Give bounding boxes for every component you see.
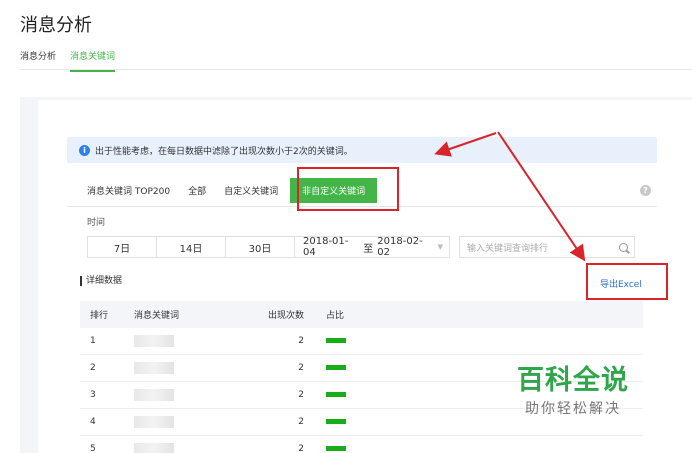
notice-bar: i 出于性能考虑，在每日数据中滤除了出现次数小于2次的关键词。 bbox=[67, 137, 657, 163]
page-title: 消息分析 bbox=[20, 15, 92, 36]
range-7d-button[interactable]: 7日 bbox=[87, 236, 157, 258]
detail-section-title: 详细数据 bbox=[80, 276, 122, 286]
annotation-box-export bbox=[586, 263, 668, 300]
time-range-selector: 7日 14日 30日 2018-01-04 至 2018-02-02 ▼ bbox=[87, 236, 450, 258]
date-separator: 至 bbox=[363, 243, 374, 255]
cell-count: 2 bbox=[298, 417, 304, 427]
tab-keywords-top200[interactable]: 消息关键词 TOP200 bbox=[87, 184, 180, 197]
cell-count: 2 bbox=[298, 444, 304, 453]
cell-rank: 4 bbox=[90, 417, 96, 427]
time-label: 时间 bbox=[87, 218, 106, 228]
search-placeholder: 输入关键词查询排行 bbox=[467, 243, 549, 254]
info-icon: i bbox=[79, 144, 90, 156]
notice-text: 出于性能考虑，在每日数据中滤除了出现次数小于2次的关键词。 bbox=[95, 146, 353, 157]
dropdown-arrow-icon: ▼ bbox=[437, 243, 443, 251]
cell-count: 2 bbox=[298, 336, 304, 346]
cell-keyword-redacted bbox=[134, 335, 234, 347]
cell-keyword-redacted bbox=[134, 416, 234, 428]
range-30d-button[interactable]: 30日 bbox=[225, 236, 295, 258]
table-row[interactable]: 1 2 bbox=[80, 328, 643, 355]
keyword-search-input[interactable]: 输入关键词查询排行 bbox=[459, 236, 635, 258]
cell-count: 2 bbox=[298, 390, 304, 400]
cell-count: 2 bbox=[298, 363, 304, 373]
date-range-picker[interactable]: 2018-01-04 至 2018-02-02 ▼ bbox=[294, 236, 450, 258]
tab-custom-keywords[interactable]: 自定义关键词 bbox=[224, 184, 288, 197]
cell-keyword-redacted bbox=[134, 443, 234, 453]
cell-rank: 3 bbox=[90, 390, 96, 400]
header-keyword: 消息关键词 bbox=[134, 311, 180, 321]
annotation-box-tab bbox=[297, 167, 399, 211]
tab-all[interactable]: 全部 bbox=[188, 184, 216, 197]
search-icon[interactable] bbox=[619, 242, 628, 252]
cell-ratio-bar bbox=[310, 363, 390, 373]
cell-keyword-redacted bbox=[134, 362, 234, 374]
cell-rank: 1 bbox=[90, 336, 96, 346]
watermark-subtitle: 助你轻松解决 bbox=[525, 401, 621, 417]
cell-rank: 2 bbox=[90, 363, 96, 373]
date-from: 2018-01-04 bbox=[303, 236, 349, 258]
cell-keyword-redacted bbox=[134, 389, 234, 401]
table-row[interactable]: 5 2 bbox=[80, 436, 643, 453]
help-icon[interactable]: ? bbox=[640, 185, 651, 196]
header-count: 出现次数 bbox=[267, 311, 304, 321]
range-14d-button[interactable]: 14日 bbox=[156, 236, 226, 258]
watermark-title: 百科全说 bbox=[517, 365, 629, 396]
cell-ratio-bar bbox=[310, 444, 390, 453]
header-ratio: 占比 bbox=[326, 311, 345, 321]
cell-ratio-bar bbox=[310, 336, 390, 346]
cell-rank: 5 bbox=[90, 444, 96, 453]
header-rank: 排行 bbox=[90, 311, 109, 321]
cell-ratio-bar bbox=[310, 390, 390, 400]
cell-ratio-bar bbox=[310, 417, 390, 427]
tabs-divider bbox=[20, 69, 692, 70]
date-to: 2018-02-02 bbox=[377, 236, 423, 258]
table-header: 排行 消息关键词 出现次数 占比 bbox=[80, 301, 643, 328]
